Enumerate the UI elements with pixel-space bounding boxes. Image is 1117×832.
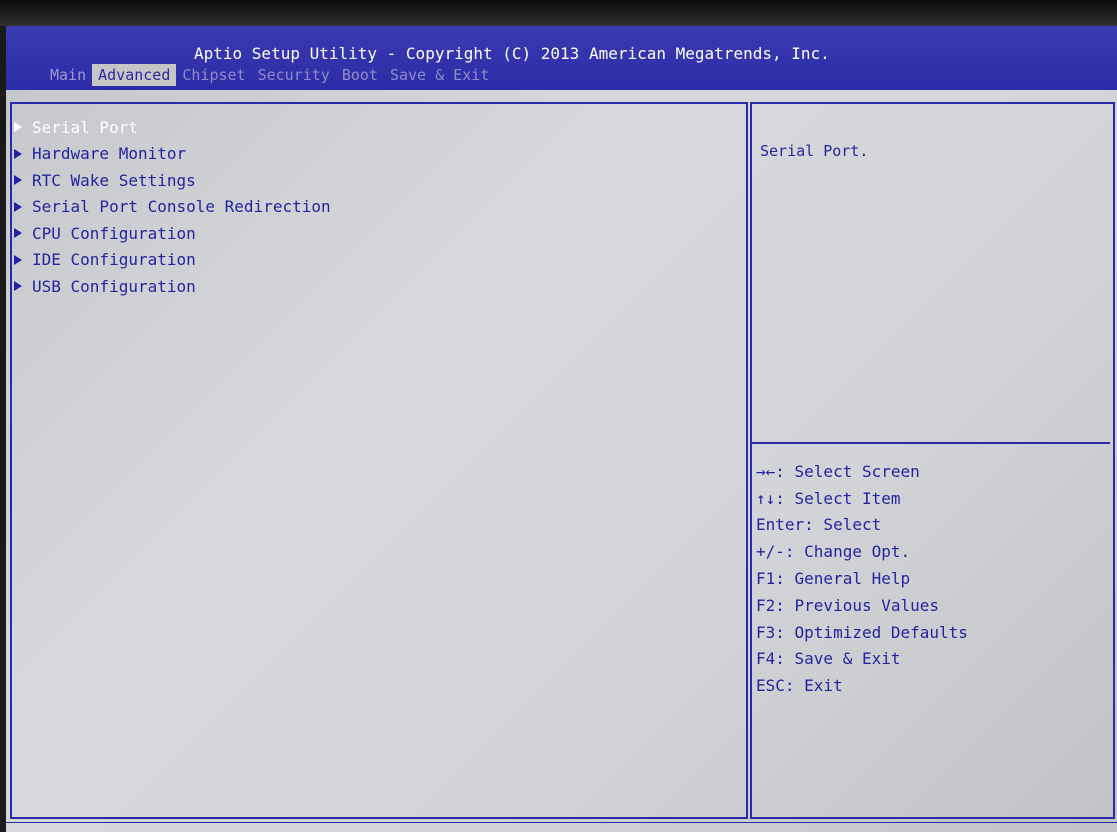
tab-bar: Main Advanced Chipset Security Boot Save… bbox=[44, 64, 495, 86]
menu-item-label: RTC Wake Settings bbox=[32, 170, 196, 190]
advanced-menu: Serial Port Hardware Monitor RTC Wake Se… bbox=[12, 114, 331, 300]
submenu-arrow-icon bbox=[14, 228, 22, 239]
key-select-screen: →←: Select Screen bbox=[756, 461, 920, 481]
submenu-arrow-icon bbox=[14, 254, 22, 265]
menu-item-rtc-wake-settings[interactable]: RTC Wake Settings bbox=[12, 167, 331, 194]
tab-advanced[interactable]: Advanced bbox=[92, 64, 177, 86]
key-esc-exit: ESC: Exit bbox=[756, 676, 843, 696]
key-legend: →←: Select Screen ↑↓: Select Item Enter:… bbox=[756, 458, 968, 699]
menu-item-hardware-monitor[interactable]: Hardware Monitor bbox=[12, 141, 331, 168]
menu-item-label: USB Configuration bbox=[32, 276, 196, 296]
menu-item-cpu-configuration[interactable]: CPU Configuration bbox=[12, 220, 331, 247]
key-change-opt: +/-: Change Opt. bbox=[756, 542, 911, 562]
tab-boot[interactable]: Boot bbox=[336, 64, 384, 86]
key-select-item: ↑↓: Select Item bbox=[756, 488, 901, 508]
key-general-help: F1: General Help bbox=[756, 569, 911, 589]
bios-title: Aptio Setup Utility - Copyright (C) 2013… bbox=[194, 44, 830, 63]
key-optimized-defaults: F3: Optimized Defaults bbox=[756, 622, 968, 642]
item-help-text: Serial Port. bbox=[760, 142, 869, 160]
menu-item-label: IDE Configuration bbox=[32, 250, 196, 270]
key-save-exit: F4: Save & Exit bbox=[756, 649, 901, 669]
menu-item-label: Hardware Monitor bbox=[32, 144, 187, 164]
help-divider bbox=[752, 442, 1110, 444]
tab-chipset[interactable]: Chipset bbox=[176, 64, 251, 86]
tab-security[interactable]: Security bbox=[252, 64, 336, 86]
menu-item-label: Serial Port Console Redirection bbox=[32, 197, 331, 217]
bottom-border bbox=[6, 822, 1117, 823]
tab-save-exit[interactable]: Save & Exit bbox=[384, 64, 495, 86]
key-previous-values: F2: Previous Values bbox=[756, 595, 940, 615]
menu-item-serial-port[interactable]: Serial Port bbox=[12, 114, 331, 141]
submenu-arrow-icon bbox=[14, 201, 22, 212]
menu-item-label: Serial Port bbox=[32, 117, 138, 137]
tab-main[interactable]: Main bbox=[44, 64, 92, 86]
menu-item-usb-configuration[interactable]: USB Configuration bbox=[12, 273, 331, 300]
submenu-arrow-icon bbox=[14, 281, 22, 292]
menu-item-label: CPU Configuration bbox=[32, 223, 196, 243]
key-enter-select: Enter: Select bbox=[756, 515, 882, 535]
bios-header: Aptio Setup Utility - Copyright (C) 2013… bbox=[6, 26, 1117, 90]
submenu-arrow-icon bbox=[14, 122, 22, 133]
menu-item-serial-port-console-redirection[interactable]: Serial Port Console Redirection bbox=[12, 194, 331, 221]
submenu-arrow-icon bbox=[14, 148, 22, 159]
monitor-bezel bbox=[0, 0, 1117, 26]
menu-item-ide-configuration[interactable]: IDE Configuration bbox=[12, 247, 331, 274]
submenu-arrow-icon bbox=[14, 175, 22, 186]
